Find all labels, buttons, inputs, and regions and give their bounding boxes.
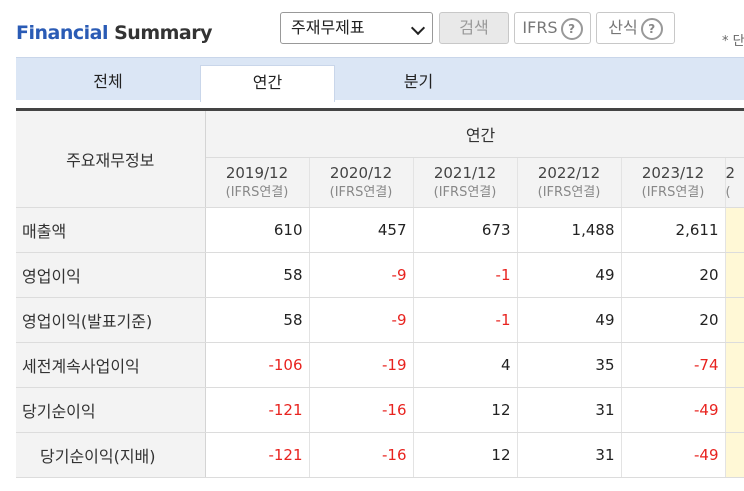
value-cell: 49 bbox=[517, 297, 622, 343]
value-cell: 12 bbox=[413, 387, 518, 433]
highlighted-column-cell bbox=[725, 252, 744, 298]
value-cell: 12 bbox=[413, 432, 518, 478]
value-cell: 4 bbox=[413, 342, 518, 388]
annual-group-header: 연간 bbox=[205, 108, 744, 158]
title-summary: Summary bbox=[114, 22, 212, 44]
value-cell: 35 bbox=[517, 342, 622, 388]
year-column-header: 2021/12 (IFRS연결) bbox=[413, 157, 518, 208]
question-circle-icon: ? bbox=[560, 17, 583, 40]
value-cell: 58 bbox=[205, 252, 310, 298]
table-row: 당기순이익(지배) -121 -16 12 31 -49 bbox=[16, 432, 744, 478]
page-title: Financial Summary bbox=[16, 22, 212, 44]
row-label: 세전계속사업이익 bbox=[16, 342, 206, 388]
period-label: 2021/12 bbox=[433, 163, 497, 182]
highlighted-column-cell bbox=[725, 432, 744, 478]
value-cell: 610 bbox=[205, 207, 310, 253]
year-column-header: 2( bbox=[725, 157, 744, 208]
value-cell: -121 bbox=[205, 387, 310, 433]
title-financial: Financial bbox=[16, 22, 108, 44]
value-cell: 31 bbox=[517, 432, 622, 478]
value-cell: 58 bbox=[205, 297, 310, 343]
item-header: 주요재무정보 bbox=[16, 108, 206, 208]
basis-label: (IFRS연결) bbox=[537, 184, 601, 200]
table-row: 매출액 610 457 673 1,488 2,611 bbox=[16, 207, 744, 253]
tab-annual[interactable]: 연간 bbox=[200, 65, 335, 102]
basis-label: (IFRS연결) bbox=[329, 184, 393, 200]
financial-summary-table: 주요재무정보 연간 2019/12 (IFRS연결) 2020/12 (IFRS연결)… bbox=[16, 108, 744, 478]
highlighted-column-cell bbox=[725, 342, 744, 388]
ifrs-label: IFRS bbox=[522, 18, 558, 37]
value-cell: -16 bbox=[309, 432, 414, 478]
highlighted-column-cell bbox=[725, 387, 744, 433]
question-circle-icon: ? bbox=[640, 17, 663, 40]
period-label: 2019/12 bbox=[225, 163, 289, 182]
value-cell: -1 bbox=[413, 297, 518, 343]
value-cell: -1 bbox=[413, 252, 518, 298]
value-cell: -74 bbox=[621, 342, 726, 388]
table-row: 세전계속사업이익 -106 -19 4 35 -74 bbox=[16, 342, 744, 388]
period-label: 2022/12 bbox=[537, 163, 601, 182]
row-label: 당기순이익 bbox=[16, 387, 206, 433]
period-label: 2 bbox=[725, 163, 736, 182]
value-cell: -9 bbox=[309, 297, 414, 343]
value-cell: -9 bbox=[309, 252, 414, 298]
year-column-header: 2019/12 (IFRS연결) bbox=[205, 157, 310, 208]
value-cell: 20 bbox=[621, 297, 726, 343]
year-column-header: 2023/12 (IFRS연결) bbox=[621, 157, 726, 208]
value-cell: 49 bbox=[517, 252, 622, 298]
row-label: 영업이익 bbox=[16, 252, 206, 298]
period-label: 2020/12 bbox=[329, 163, 393, 182]
statement-type-value: 주재무제표 bbox=[291, 18, 365, 37]
formula-label: 산식 bbox=[608, 18, 638, 37]
value-cell: 457 bbox=[309, 207, 414, 253]
search-button[interactable]: 검색 bbox=[439, 12, 509, 44]
period-tabs: 전체 연간 분기 bbox=[16, 57, 744, 102]
value-cell: 673 bbox=[413, 207, 518, 253]
chevron-down-icon bbox=[410, 20, 426, 36]
basis-label: ( bbox=[725, 184, 731, 200]
value-cell: 1,488 bbox=[517, 207, 622, 253]
value-cell: -121 bbox=[205, 432, 310, 478]
table-row: 당기순이익 -121 -16 12 31 -49 bbox=[16, 387, 744, 433]
value-cell: -19 bbox=[309, 342, 414, 388]
basis-label: (IFRS연결) bbox=[225, 184, 289, 200]
period-label: 2023/12 bbox=[641, 163, 705, 182]
row-label: 매출액 bbox=[16, 207, 206, 253]
formula-help-button[interactable]: 산식? bbox=[596, 12, 675, 44]
highlighted-column-cell bbox=[725, 297, 744, 343]
ifrs-help-button[interactable]: IFRS? bbox=[514, 12, 591, 44]
statement-type-select[interactable]: 주재무제표 bbox=[280, 12, 433, 44]
value-cell: -49 bbox=[621, 387, 726, 433]
year-column-header: 2022/12 (IFRS연결) bbox=[517, 157, 622, 208]
highlighted-column-cell bbox=[725, 207, 744, 253]
basis-label: (IFRS연결) bbox=[433, 184, 497, 200]
value-cell: -49 bbox=[621, 432, 726, 478]
value-cell: 31 bbox=[517, 387, 622, 433]
table-row: 영업이익 58 -9 -1 49 20 bbox=[16, 252, 744, 298]
table-row: 영업이익(발표기준) 58 -9 -1 49 20 bbox=[16, 297, 744, 343]
tab-quarterly[interactable]: 분기 bbox=[346, 65, 491, 102]
unit-note: * 단 bbox=[722, 34, 744, 49]
value-cell: -16 bbox=[309, 387, 414, 433]
value-cell: -106 bbox=[205, 342, 310, 388]
basis-label: (IFRS연결) bbox=[641, 184, 705, 200]
tab-all[interactable]: 전체 bbox=[16, 65, 200, 102]
value-cell: 20 bbox=[621, 252, 726, 298]
row-label: 당기순이익(지배) bbox=[16, 432, 206, 478]
year-column-header: 2020/12 (IFRS연결) bbox=[309, 157, 414, 208]
value-cell: 2,611 bbox=[621, 207, 726, 253]
row-label: 영업이익(발표기준) bbox=[16, 297, 206, 343]
